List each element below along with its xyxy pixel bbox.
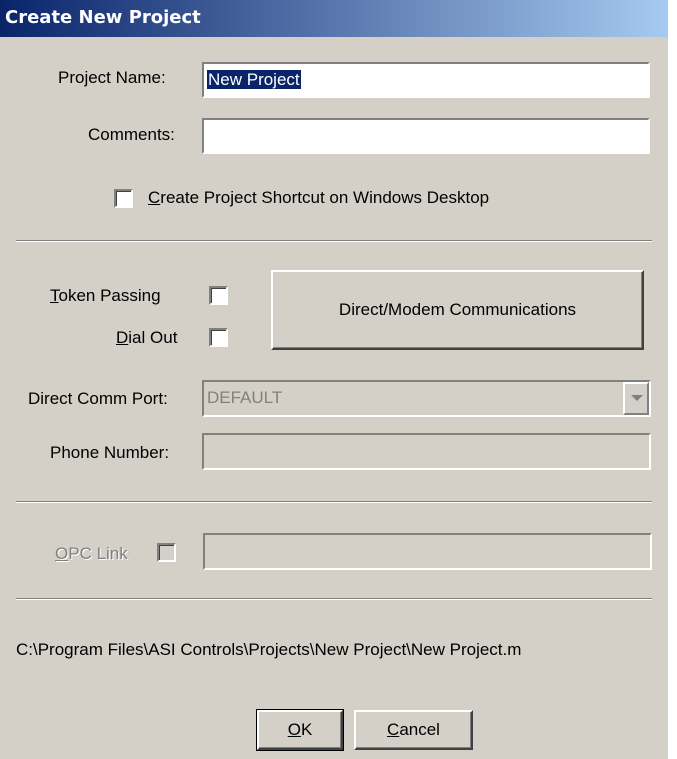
- create-new-project-dialog: Create New Project Project Name: New Pro…: [0, 0, 668, 759]
- project-path-text: C:\Program Files\ASI Controls\Projects\N…: [16, 640, 522, 659]
- dial-out-checkbox[interactable]: [209, 328, 228, 347]
- cancel-accel: C: [387, 720, 400, 739]
- project-name-value: New Project: [207, 70, 301, 89]
- shortcut-label-rest: reate Project Shortcut on Windows Deskto…: [160, 188, 490, 207]
- comments-label: Comments:: [88, 125, 175, 144]
- opc-link-input[interactable]: [203, 533, 652, 570]
- shortcut-accel: C: [148, 188, 161, 207]
- separator-3: [16, 598, 652, 600]
- dial-out-label[interactable]: Dial Out: [116, 328, 177, 348]
- separator-1: [16, 240, 652, 242]
- cancel-label-rest: ancel: [399, 720, 440, 739]
- token-passing-accel: T: [50, 286, 59, 305]
- project-name-input[interactable]: New Project: [202, 62, 650, 98]
- dial-out-label-rest: ial Out: [128, 328, 178, 347]
- ok-accel: O: [287, 720, 301, 739]
- ok-button[interactable]: OK: [256, 709, 344, 751]
- phone-number-label: Phone Number:: [50, 443, 170, 462]
- token-passing-label[interactable]: Token Passing: [50, 286, 161, 306]
- opc-link-checkbox[interactable]: [157, 543, 176, 562]
- chevron-down-icon: [631, 395, 643, 401]
- shortcut-label[interactable]: Create Project Shortcut on Windows Deskt…: [148, 188, 489, 208]
- opc-link-label: OPC Link: [55, 544, 128, 564]
- cancel-button[interactable]: Cancel: [354, 710, 473, 750]
- shortcut-checkbox[interactable]: [114, 189, 133, 208]
- project-name-label: Project Name:: [58, 68, 166, 87]
- ok-label-rest: K: [300, 720, 313, 739]
- token-passing-label-rest: oken Passing: [58, 286, 161, 305]
- opc-link-accel: O: [55, 544, 69, 563]
- opc-link-label-rest: PC Link: [68, 544, 128, 563]
- direct-comm-port-dropdown[interactable]: DEFAULT: [202, 380, 651, 417]
- token-passing-checkbox[interactable]: [209, 286, 228, 305]
- comments-input[interactable]: [202, 118, 650, 154]
- window-title: Create New Project: [5, 7, 201, 28]
- direct-modem-communications-button[interactable]: Direct/Modem Communications: [271, 270, 644, 350]
- dropdown-arrow-button[interactable]: [623, 382, 649, 415]
- separator-2: [16, 501, 652, 503]
- direct-comm-port-value: DEFAULT: [207, 388, 283, 407]
- direct-comm-port-label: Direct Comm Port:: [28, 389, 168, 408]
- title-bar[interactable]: Create New Project: [0, 0, 668, 37]
- dial-out-accel: D: [116, 328, 129, 347]
- phone-number-input[interactable]: [202, 433, 651, 470]
